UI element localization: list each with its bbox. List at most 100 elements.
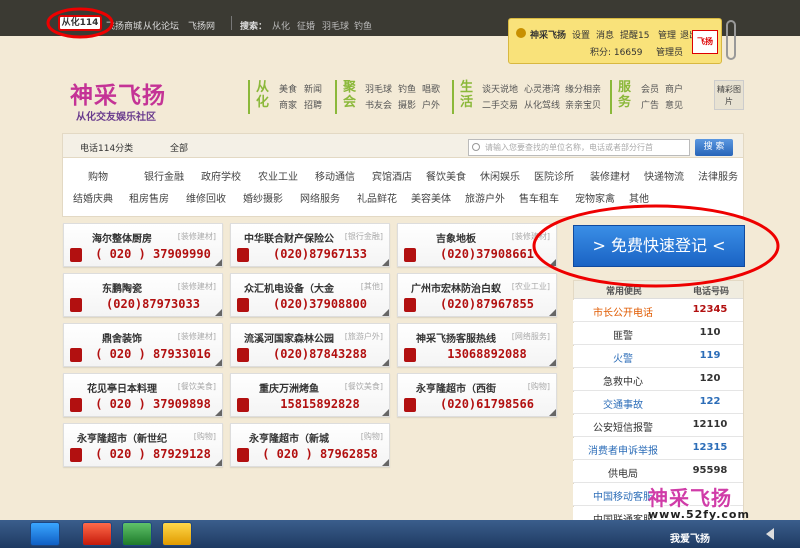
company-category[interactable]: [装修建材]: [512, 231, 550, 242]
company-name[interactable]: 花见亭日本料理: [74, 380, 170, 395]
category-item[interactable]: 装修建材: [590, 168, 630, 183]
category-item[interactable]: 法律服务: [698, 168, 738, 183]
service-name[interactable]: 匪警: [573, 327, 673, 342]
company-card[interactable]: 永亨隆超市（新城 [购物] ( 020 ) 87962858: [230, 423, 390, 467]
category-item[interactable]: 网络服务: [300, 190, 340, 205]
user-link-admin[interactable]: 管理: [658, 28, 676, 41]
category-item[interactable]: 旅游户外: [465, 190, 505, 205]
company-card[interactable]: 永亨隆超市（西街 [购物] (020)61798566: [397, 373, 557, 417]
directory-tab-phone114[interactable]: 电话114分类: [80, 141, 133, 154]
category-item[interactable]: 购物: [88, 168, 108, 183]
user-points[interactable]: 积分: 16659: [590, 45, 643, 58]
company-name[interactable]: 海尔整体厨房: [74, 230, 170, 245]
nav-item-food[interactable]: 美食: [279, 82, 297, 95]
register-button[interactable]: > 免费快速登记 <: [573, 225, 745, 267]
service-name[interactable]: 消费者申诉举报: [573, 442, 673, 457]
company-category[interactable]: [旅游户外]: [345, 331, 383, 342]
nav-item-chat[interactable]: 谈天说地: [482, 82, 518, 95]
category-item[interactable]: 移动通信: [315, 168, 355, 183]
user-link-reminders[interactable]: 提醒15: [620, 28, 649, 41]
service-name[interactable]: 公安短信报警: [573, 419, 673, 434]
top-search-link-2[interactable]: 征婚: [297, 19, 315, 32]
category-item[interactable]: 其他: [629, 190, 649, 205]
top-link-fyw[interactable]: 飞扬网: [188, 19, 215, 32]
nav-item-photo[interactable]: 摄影: [398, 98, 416, 111]
user-link-messages[interactable]: 消息: [596, 28, 614, 41]
company-card[interactable]: 东鹏陶瓷 [装修建材] (020)87973033: [63, 273, 223, 317]
nav-item-member[interactable]: 会员: [641, 82, 659, 95]
company-card[interactable]: 流溪河国家森林公园 [旅游户外] (020)87843288: [230, 323, 390, 367]
company-name[interactable]: 永亨隆超市（新城: [241, 430, 337, 445]
user-role[interactable]: 管理员: [656, 45, 683, 58]
category-item[interactable]: 银行金融: [144, 168, 184, 183]
user-link-settings[interactable]: 设置: [572, 28, 590, 41]
company-name[interactable]: 永亨隆超市（西街: [408, 380, 504, 395]
company-card[interactable]: 中华联合财产保险公 [银行金融] (020)87967133: [230, 223, 390, 267]
service-name[interactable]: 交通事故: [573, 396, 673, 411]
nav-item-baby[interactable]: 亲亲宝贝: [565, 98, 601, 111]
category-item[interactable]: 婚纱摄影: [243, 190, 283, 205]
company-card[interactable]: 花见亭日本料理 [餐饮美食] ( 020 ) 37909898: [63, 373, 223, 417]
service-name[interactable]: 火警: [573, 350, 673, 365]
company-category[interactable]: [银行金融]: [345, 231, 383, 242]
category-item[interactable]: 结婚庆典: [73, 190, 113, 205]
directory-search-button[interactable]: 搜 索: [695, 139, 733, 156]
nav-item-jobs[interactable]: 招聘: [304, 98, 322, 111]
company-category[interactable]: [购物]: [361, 431, 383, 442]
nav-pics-button[interactable]: 精彩图片: [714, 80, 744, 110]
category-item[interactable]: 售车租车: [519, 190, 559, 205]
category-item[interactable]: 美容美体: [411, 190, 451, 205]
category-item[interactable]: 宠物家禽: [575, 190, 615, 205]
nav-item-merchants[interactable]: 商家: [279, 98, 297, 111]
company-card[interactable]: 众汇机电设备（大金 [其他] (020)37908800: [230, 273, 390, 317]
company-category[interactable]: [装修建材]: [178, 281, 216, 292]
nav-item-news[interactable]: 新闻: [304, 82, 322, 95]
site-tab[interactable]: 从化114: [58, 15, 102, 31]
company-category[interactable]: [购物]: [194, 431, 216, 442]
service-name[interactable]: 急救中心: [573, 373, 673, 388]
nav-item-badminton[interactable]: 羽毛球: [365, 82, 392, 95]
category-item[interactable]: 餐饮美食: [426, 168, 466, 183]
nav-item-bookclub[interactable]: 书友会: [365, 98, 392, 111]
category-item[interactable]: 礼品鲜花: [357, 190, 397, 205]
company-card[interactable]: 神采飞扬客服热线 [网络服务] 13068892088: [397, 323, 557, 367]
directory-tab-all[interactable]: 全部: [170, 141, 188, 154]
category-item[interactable]: 休闲娱乐: [480, 168, 520, 183]
company-name[interactable]: 鼎舍装饰: [74, 330, 170, 345]
company-card[interactable]: 重庆万洲烤鱼 [餐饮美食] 15815892828: [230, 373, 390, 417]
top-link-mall[interactable]: 飞扬商城: [106, 19, 142, 32]
category-item[interactable]: 快递物流: [644, 168, 684, 183]
company-category[interactable]: [餐饮美食]: [345, 381, 383, 392]
company-card[interactable]: 永亨隆超市（新世纪 [购物] ( 020 ) 87929128: [63, 423, 223, 467]
top-search-link-1[interactable]: 从化: [272, 19, 290, 32]
company-card[interactable]: 鼎舍装饰 [装修建材] ( 020 ) 87933016: [63, 323, 223, 367]
company-category[interactable]: [网络服务]: [512, 331, 550, 342]
company-category[interactable]: [装修建材]: [178, 231, 216, 242]
company-name[interactable]: 重庆万洲烤鱼: [241, 380, 337, 395]
company-category[interactable]: [餐饮美食]: [178, 381, 216, 392]
category-item[interactable]: 租房售房: [129, 190, 169, 205]
company-category[interactable]: [农业工业]: [512, 281, 550, 292]
category-item[interactable]: 政府学校: [201, 168, 241, 183]
company-card[interactable]: 海尔整体厨房 [装修建材] ( 020 ) 37909990: [63, 223, 223, 267]
company-name[interactable]: 广州市宏林防治白蚁: [408, 280, 504, 295]
ie-icon[interactable]: [30, 522, 60, 546]
service-name[interactable]: 市长公开电话: [573, 304, 673, 319]
nav-item-secondhand[interactable]: 二手交易: [482, 98, 518, 111]
company-card[interactable]: 吉象地板 [装修建材] (020)37908661: [397, 223, 557, 267]
nav-item-ad[interactable]: 广告: [641, 98, 659, 111]
company-name[interactable]: 流溪河国家森林公园: [241, 330, 337, 345]
top-link-forum[interactable]: 从化论坛: [143, 19, 179, 32]
logo-main[interactable]: 神采飞扬: [70, 76, 166, 110]
nav-item-drive[interactable]: 从化驾线: [524, 98, 560, 111]
directory-search-input[interactable]: 请输入您要查找的单位名称，电话或者部分行首: [468, 139, 690, 156]
qq-icon[interactable]: [162, 522, 192, 546]
excel-icon[interactable]: [122, 522, 152, 546]
top-search-link-4[interactable]: 钓鱼: [354, 19, 372, 32]
company-category[interactable]: [装修建材]: [178, 331, 216, 342]
nav-item-feedback[interactable]: 意见: [665, 98, 683, 111]
category-item[interactable]: 宾馆酒店: [372, 168, 412, 183]
tray-arrow-icon[interactable]: [766, 528, 774, 540]
company-name[interactable]: 东鹏陶瓷: [74, 280, 170, 295]
service-name[interactable]: 供电局: [573, 465, 673, 480]
